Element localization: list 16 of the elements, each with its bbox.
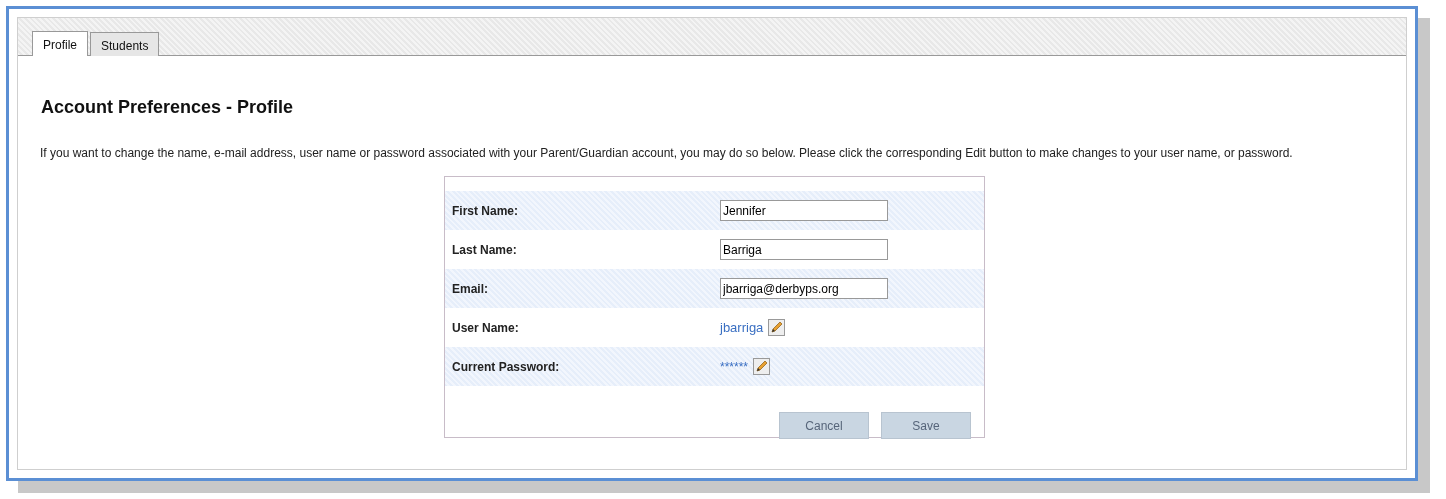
tab[interactable]: Profile bbox=[32, 31, 88, 56]
field-label: User Name: bbox=[452, 319, 520, 337]
text-field[interactable]: Jennifer bbox=[720, 200, 888, 221]
field-label: Current Password: bbox=[452, 358, 561, 376]
username-link[interactable]: jbarriga bbox=[720, 317, 764, 338]
intro-text: If you want to change the name, e-mail address, user name or password associated with your Parent/Guardian account, you may do so below. Please click the corresponding Edit button to make changes to your user name, or password. bbox=[40, 145, 1294, 162]
page-heading: Account Preferences - Profile bbox=[41, 96, 295, 119]
field-label: First Name: bbox=[452, 202, 520, 220]
edit-icon[interactable] bbox=[753, 358, 771, 375]
edit-icon[interactable] bbox=[768, 319, 786, 336]
text-field[interactable]: jbarriga@derbyps.org bbox=[720, 278, 888, 299]
text-field[interactable]: Barriga bbox=[720, 239, 888, 260]
field-label: Last Name: bbox=[452, 241, 518, 259]
tab[interactable]: Students bbox=[90, 32, 160, 56]
masked-password: ****** bbox=[720, 358, 749, 376]
field-label: Email: bbox=[452, 280, 489, 298]
